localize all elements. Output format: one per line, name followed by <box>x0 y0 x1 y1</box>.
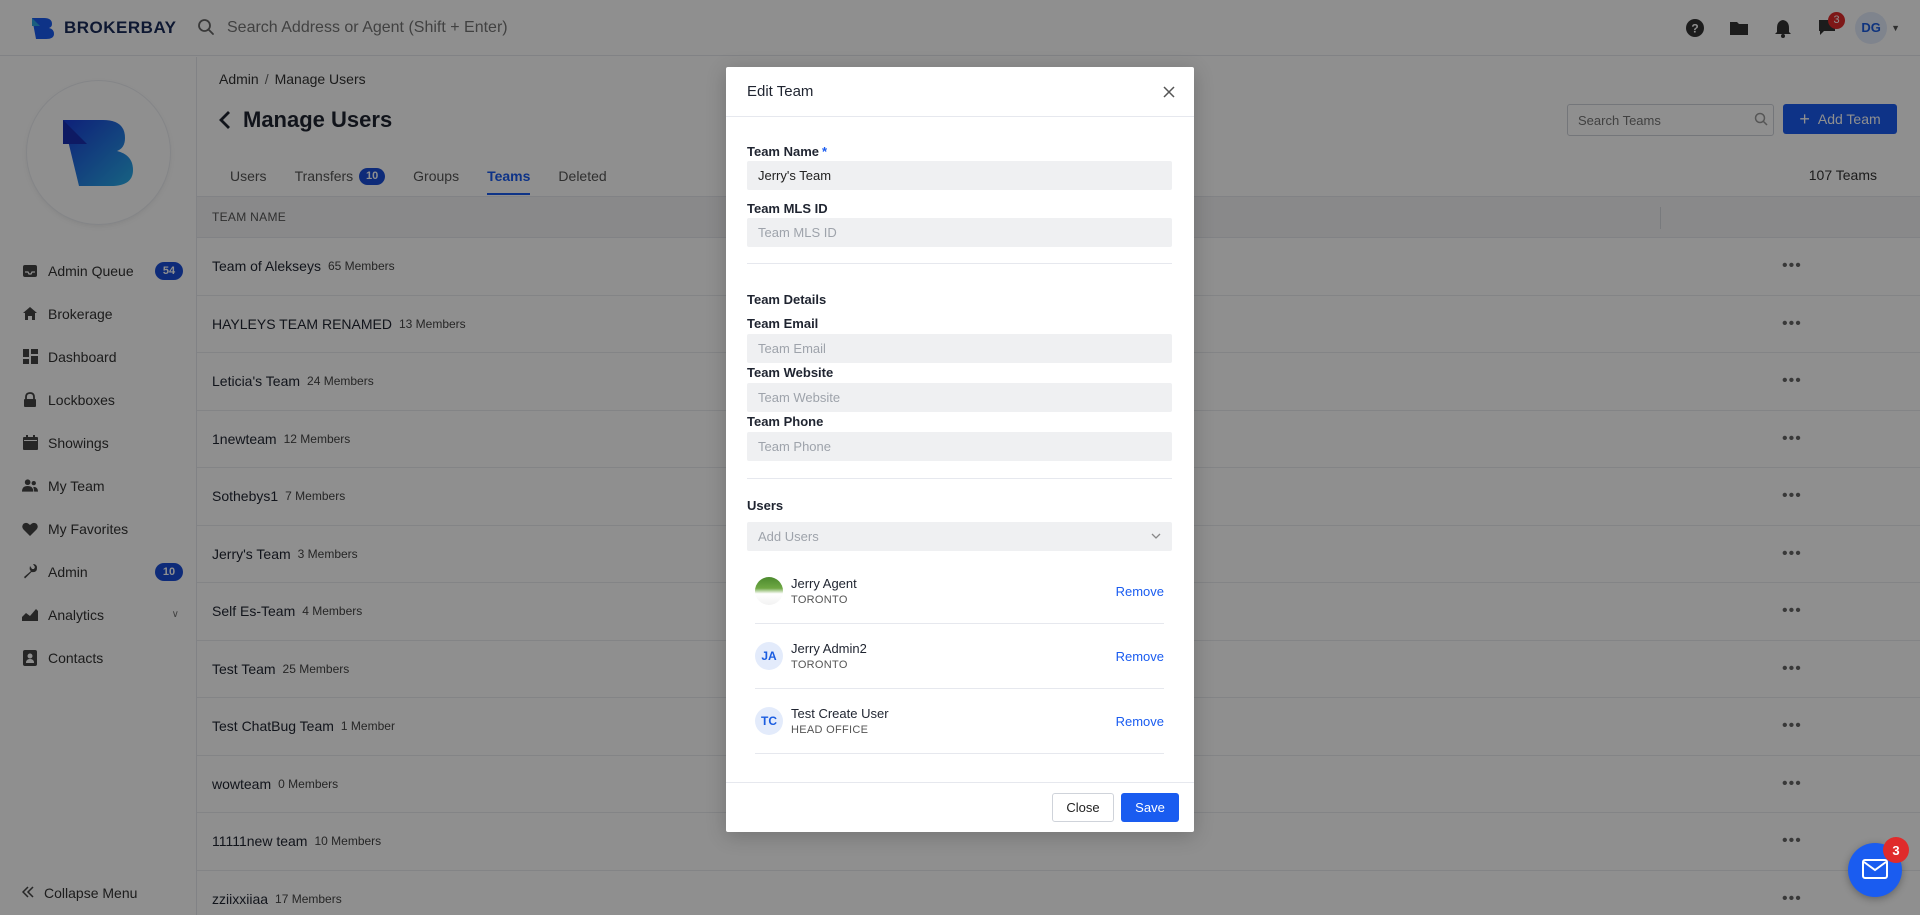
chevron-down-icon <box>1150 530 1162 542</box>
team-name-label: Team Name * <box>747 144 827 159</box>
user-office: TORONTO <box>791 594 848 606</box>
team-website-label: Team Website <box>747 365 834 380</box>
user-info: Jerry Admin2 TORONTO <box>791 641 867 671</box>
user-info: Jerry Agent TORONTO <box>791 576 857 606</box>
user-office: TORONTO <box>791 659 848 671</box>
save-button[interactable]: Save <box>1121 793 1179 822</box>
users-title: Users <box>747 498 784 513</box>
add-users-select[interactable]: Add Users <box>747 522 1172 551</box>
label-text: Team Name <box>747 144 820 159</box>
team-user-item: JA Jerry Admin2 TORONTO Remove <box>755 624 1164 689</box>
close-button[interactable]: Close <box>1052 793 1114 822</box>
remove-user-link[interactable]: Remove <box>1116 649 1164 664</box>
modal-footer: Close Save <box>726 782 1194 832</box>
modal-header: Edit Team <box>726 67 1194 117</box>
edit-team-modal: Edit Team Team Name* Team MLS ID Team De… <box>726 67 1194 832</box>
team-email-label: Team Email <box>747 316 819 331</box>
team-mls-id-label: Team MLS ID <box>747 201 828 216</box>
team-user-item: Jerry Agent TORONTO Remove <box>755 559 1164 624</box>
divider <box>747 263 1172 264</box>
required-marker: * <box>822 144 828 159</box>
modal-title: Edit Team <box>747 83 814 100</box>
remove-user-link[interactable]: Remove <box>1116 714 1164 729</box>
team-phone-input[interactable] <box>747 432 1172 461</box>
team-mls-id-input[interactable] <box>747 218 1172 247</box>
user-info: Test Create User HEAD OFFICE <box>791 706 889 736</box>
remove-user-link[interactable]: Remove <box>1116 584 1164 599</box>
team-name-input[interactable] <box>747 161 1172 190</box>
close-icon[interactable] <box>1160 83 1178 101</box>
avatar: JA <box>755 642 783 670</box>
avatar: TC <box>755 707 783 735</box>
user-name: Test Create User <box>791 706 889 721</box>
team-details-title: Team Details <box>747 292 827 307</box>
team-user-item: TC Test Create User HEAD OFFICE Remove <box>755 689 1164 754</box>
chat-widget-badge: 3 <box>1883 837 1909 863</box>
team-email-input[interactable] <box>747 334 1172 363</box>
divider <box>747 478 1172 479</box>
add-users-placeholder: Add Users <box>758 529 819 544</box>
team-phone-label: Team Phone <box>747 414 824 429</box>
user-name: Jerry Admin2 <box>791 641 867 656</box>
mail-icon <box>1862 858 1888 882</box>
user-office: HEAD OFFICE <box>791 724 869 736</box>
user-name: Jerry Agent <box>791 576 857 591</box>
team-website-input[interactable] <box>747 383 1172 412</box>
avatar <box>755 577 783 605</box>
